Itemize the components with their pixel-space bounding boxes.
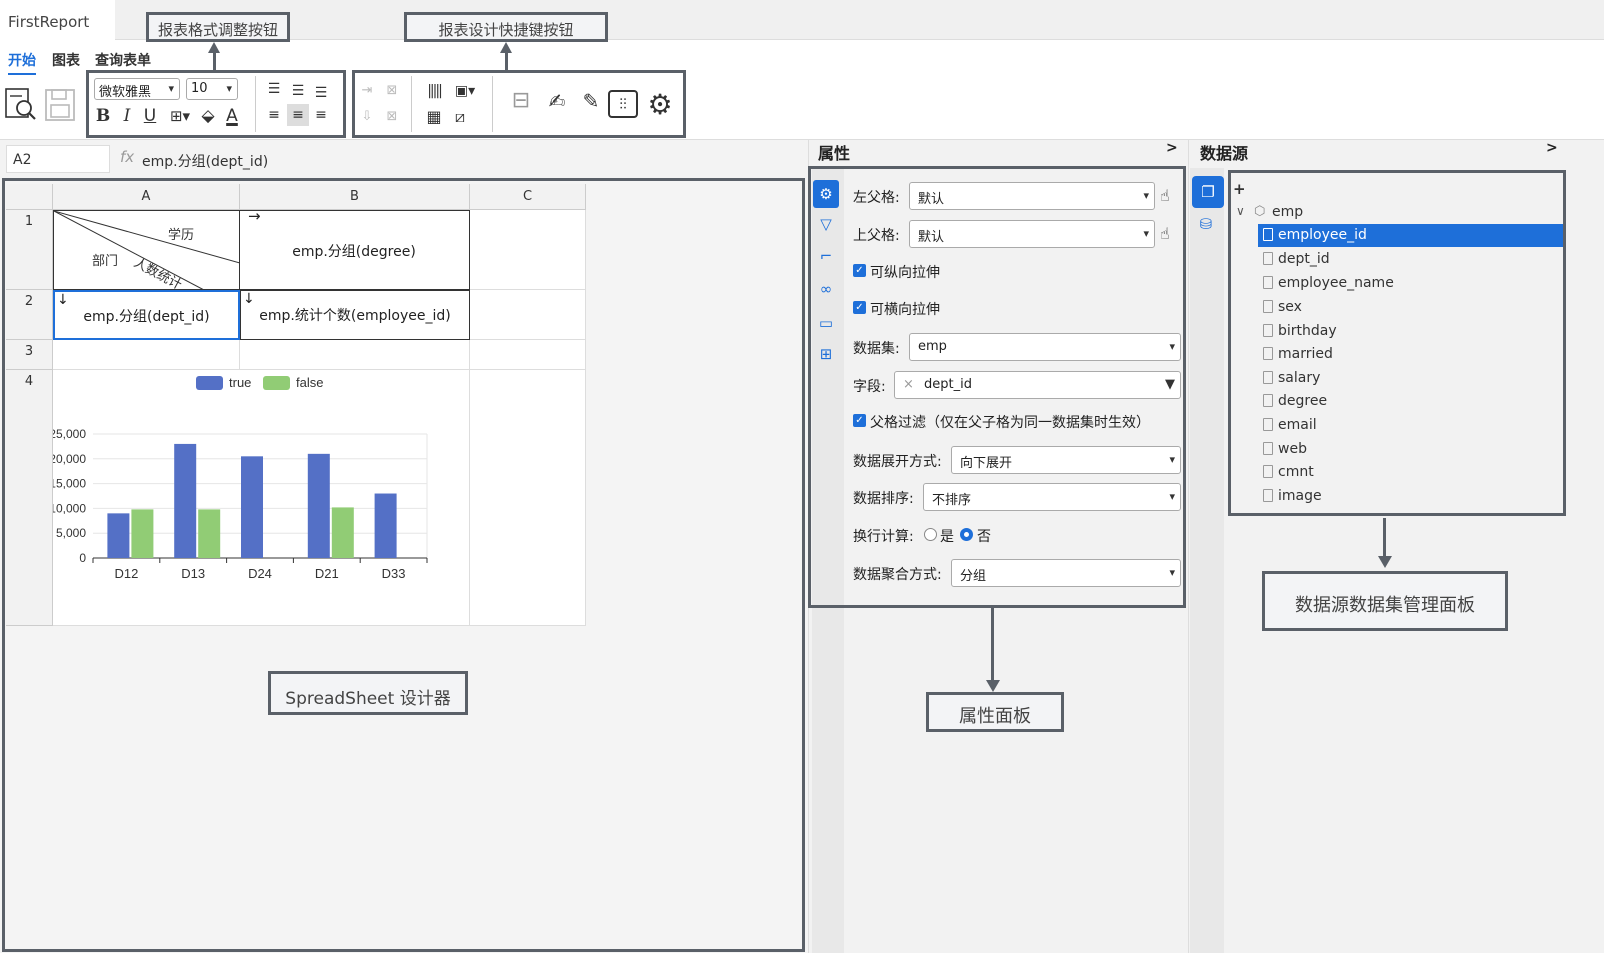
slash-cell-icon[interactable]: ⧄ — [449, 106, 471, 128]
database-icon[interactable]: ⛁ — [1193, 212, 1219, 236]
settings-gear-icon[interactable]: ⚙ — [644, 89, 676, 121]
insert-row-icon[interactable]: ⇥ — [356, 80, 378, 102]
properties-frame — [808, 166, 1186, 608]
callout-design-shortcuts: 报表设计快捷键按钮 — [404, 12, 608, 42]
font-size-value: 10 — [191, 81, 208, 96]
insert-col-icon[interactable]: ⇩ — [356, 106, 378, 128]
merge-cells-icon[interactable]: ⊟ — [506, 90, 536, 112]
chevron-down-icon: ▾ — [168, 82, 174, 95]
fx-icon: fx — [120, 148, 135, 166]
font-family-value: 微软雅黑 — [99, 85, 152, 100]
sign-icon[interactable]: ✍ — [542, 90, 572, 112]
formula-input[interactable]: emp.分组(dept_id) — [138, 144, 802, 174]
datasource-collapse-button[interactable]: > — [1546, 140, 1558, 156]
callout-format-buttons: 报表格式调整按钮 — [146, 12, 290, 42]
font-family-select[interactable]: 微软雅黑 ▾ — [94, 78, 180, 100]
arrow-up-icon — [208, 42, 220, 53]
divider — [411, 76, 412, 132]
align-middle-icon[interactable]: ☰ — [287, 80, 309, 102]
datasource-sidebar — [1190, 168, 1224, 953]
chevron-down-icon: ▾ — [226, 82, 232, 95]
arrow-down-icon — [986, 680, 1000, 692]
divider — [255, 76, 256, 132]
spreadsheet-designer-frame — [2, 178, 805, 952]
callout-line — [505, 52, 508, 70]
qrcode-icon[interactable]: ▦ — [423, 106, 445, 128]
properties-collapse-button[interactable]: > — [1166, 140, 1178, 156]
tab-chart[interactable]: 图表 — [52, 50, 80, 70]
app-title-tab[interactable]: FirstReport — [0, 0, 115, 40]
callout-properties-panel: 属性面板 — [926, 692, 1064, 732]
properties-title: 属性 — [818, 144, 851, 163]
image-icon[interactable]: ▣▾ — [450, 80, 480, 102]
font-size-select[interactable]: 10 ▾ — [186, 78, 238, 100]
params-icon[interactable]: ⫶⫶ — [608, 90, 638, 118]
fill-color-icon[interactable]: ⬙ — [197, 105, 219, 127]
align-bottom-icon[interactable]: ☰ — [310, 82, 332, 104]
cell-ref-input[interactable]: A2 — [6, 145, 110, 173]
callout-line — [213, 52, 216, 70]
delete-col-icon[interactable]: ⊠ — [381, 106, 403, 128]
callout-spreadsheet-designer: SpreadSheet 设计器 — [268, 671, 468, 715]
align-left-icon[interactable]: ≡ — [263, 104, 285, 126]
datasource-title: 数据源 — [1200, 144, 1249, 163]
preview-icon[interactable] — [4, 86, 38, 122]
arrow-up-icon — [500, 42, 512, 53]
underline-icon[interactable]: U — [139, 105, 161, 127]
datasource-frame — [1228, 170, 1566, 516]
divider — [492, 76, 493, 132]
callout-datasource-panel: 数据源数据集管理面板 — [1262, 571, 1508, 631]
barcode-icon[interactable]: ||||| — [423, 80, 445, 102]
font-color-icon[interactable]: A — [221, 105, 243, 127]
bold-icon[interactable]: B — [92, 105, 114, 127]
border-icon[interactable]: ⊞▾ — [165, 105, 195, 127]
arrow-down-icon — [1378, 556, 1392, 568]
callout-line — [991, 608, 994, 680]
italic-icon[interactable]: I — [116, 105, 138, 127]
align-right-icon[interactable]: ≡ — [310, 104, 332, 126]
callout-line — [1383, 518, 1386, 556]
dataset-list-icon[interactable]: ❐ — [1192, 176, 1224, 208]
align-top-icon[interactable]: ☰ — [263, 78, 285, 100]
delete-row-icon[interactable]: ⊠ — [381, 80, 403, 102]
tab-start[interactable]: 开始 — [8, 50, 36, 75]
tab-query-form[interactable]: 查询表单 — [95, 50, 151, 70]
edit-icon[interactable]: ✎ — [576, 90, 606, 112]
align-center-icon[interactable]: ≡ — [287, 104, 309, 126]
save-icon[interactable] — [44, 88, 76, 122]
